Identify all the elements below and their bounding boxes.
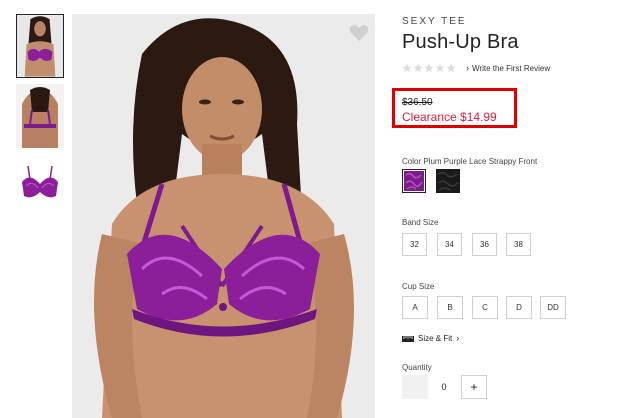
band-size-36[interactable]: 36 xyxy=(472,233,497,256)
color-swatch-black[interactable] xyxy=(436,169,460,193)
thumbnail-back-image xyxy=(16,84,64,148)
star-icon xyxy=(435,63,445,73)
thumbnail-front-image xyxy=(17,15,63,77)
product-info: SEXY TEE Push-Up Bra › Write the First R… xyxy=(402,14,622,74)
heart-icon[interactable] xyxy=(349,24,369,42)
main-product-image[interactable] xyxy=(72,14,375,418)
model-photo xyxy=(72,14,375,418)
plum-lace-swatch-image xyxy=(404,171,424,191)
chevron-right-icon: › xyxy=(456,333,460,343)
star-icon xyxy=(413,63,423,73)
thumbnail-back-view[interactable] xyxy=(16,84,64,148)
black-lace-swatch-image xyxy=(436,169,460,193)
thumbnail-front-view[interactable] xyxy=(16,14,64,78)
quantity-label: Quantity xyxy=(402,363,432,372)
rating-row: › Write the First Review xyxy=(402,62,622,74)
quantity-decrease-button[interactable] xyxy=(402,375,428,399)
ruler-icon xyxy=(402,335,414,342)
star-icon xyxy=(446,63,456,73)
size-fit-label: Size & Fit xyxy=(418,334,453,343)
star-icon xyxy=(424,63,434,73)
band-size-32[interactable]: 32 xyxy=(402,233,427,256)
quantity-increase-button[interactable]: + xyxy=(461,375,487,399)
original-price: $36.50 xyxy=(402,97,433,108)
thumbnail-product-view[interactable] xyxy=(16,154,64,218)
clearance-price: Clearance $14.99 xyxy=(402,110,497,124)
cup-size-d[interactable]: D xyxy=(506,296,532,319)
write-review-link[interactable]: › Write the First Review xyxy=(466,62,551,73)
color-label: Color Plum Purple Lace Strappy Front xyxy=(402,157,538,166)
chevron-right-icon: › xyxy=(466,62,469,73)
cup-size-a[interactable]: A xyxy=(402,296,428,319)
size-fit-link[interactable]: Size & Fit › xyxy=(402,334,459,343)
cup-size-label: Cup Size xyxy=(402,282,435,291)
band-size-38[interactable]: 38 xyxy=(506,233,531,256)
band-size-label: Band Size xyxy=(402,218,439,227)
band-size-34[interactable]: 34 xyxy=(437,233,462,256)
thumbnail-strip xyxy=(16,14,64,224)
cup-size-c[interactable]: C xyxy=(472,296,498,319)
star-icon xyxy=(402,63,412,73)
product-title: Push-Up Bra xyxy=(402,31,519,53)
write-review-label: Write the First Review xyxy=(472,63,551,73)
thumbnail-product-image xyxy=(16,154,64,218)
product-brand: SEXY TEE xyxy=(402,16,467,27)
cup-size-dd[interactable]: DD xyxy=(540,296,566,319)
quantity-value[interactable]: 0 xyxy=(432,375,456,399)
cup-size-b[interactable]: B xyxy=(437,296,463,319)
color-swatch-plum-purple[interactable] xyxy=(402,169,426,193)
rating-stars xyxy=(402,63,456,73)
